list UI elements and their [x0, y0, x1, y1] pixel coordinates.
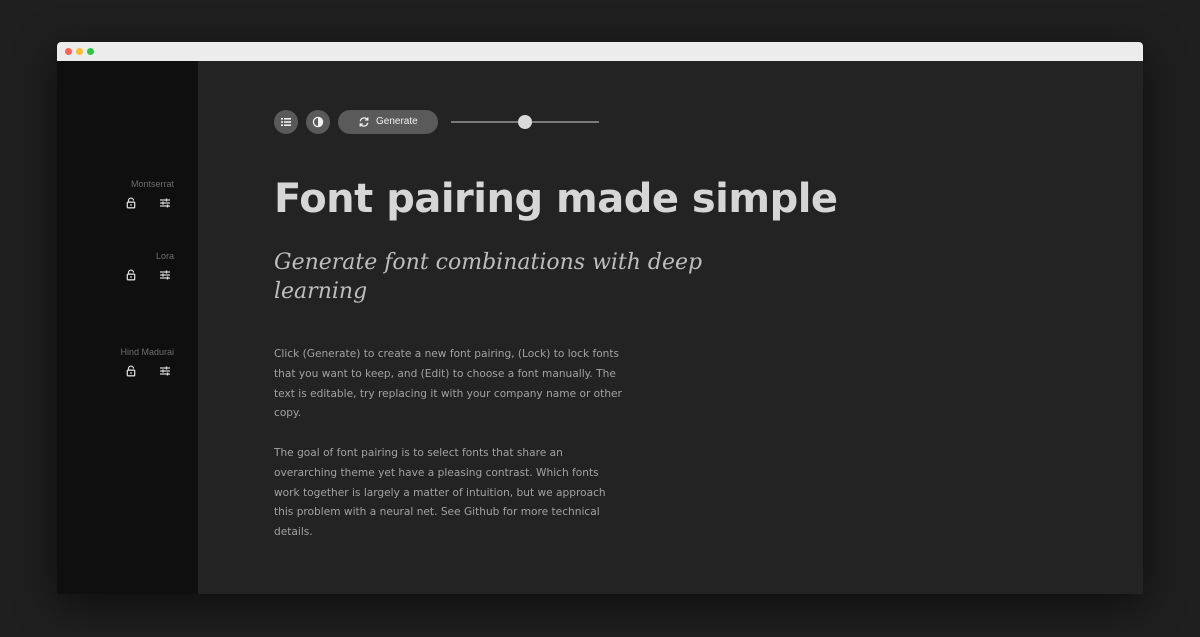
font-actions [124, 364, 174, 378]
body-paragraph-2[interactable]: The goal of font pairing is to select fo… [274, 444, 624, 543]
minimize-window-button[interactable] [76, 48, 83, 55]
lock-button[interactable] [124, 364, 138, 378]
edit-font-button[interactable] [158, 364, 172, 378]
main-content: Generate Font pairing made simple Genera… [198, 61, 1143, 594]
subheadline-text[interactable]: Generate font combinations with deep lea… [274, 248, 744, 306]
edit-font-button[interactable] [158, 196, 172, 210]
font-name-label: Hind Madurai [120, 347, 174, 357]
headline-text[interactable]: Font pairing made simple [274, 174, 1034, 224]
body-paragraph-1[interactable]: Click (Generate) to create a new font pa… [274, 345, 624, 424]
lock-button[interactable] [124, 196, 138, 210]
font-item-subheading: Lora [64, 251, 174, 281]
edit-font-button[interactable] [158, 268, 172, 282]
sliders-icon [160, 270, 170, 280]
font-name-label: Lora [155, 251, 174, 261]
slider-thumb[interactable] [518, 115, 532, 129]
font-name-label: Montserrat [130, 179, 174, 189]
lock-icon [126, 365, 136, 377]
lock-icon [126, 197, 136, 209]
toolbar: Generate [274, 110, 614, 134]
contrast-icon [312, 116, 324, 128]
contrast-toggle-button[interactable] [306, 110, 330, 134]
lock-button[interactable] [124, 268, 138, 282]
sliders-icon [160, 366, 170, 376]
font-sidebar: Montserrat Lora Hind Madurai [57, 61, 198, 594]
list-view-button[interactable] [274, 110, 298, 134]
font-actions [124, 196, 174, 210]
generate-label: Generate [376, 116, 418, 127]
list-icon [281, 118, 291, 126]
lock-icon [126, 269, 136, 281]
font-item-heading: Montserrat [64, 179, 174, 209]
temperature-slider[interactable] [451, 115, 599, 129]
refresh-icon [359, 117, 369, 127]
font-item-body: Hind Madurai [64, 347, 174, 377]
close-window-button[interactable] [65, 48, 72, 55]
sliders-icon [160, 198, 170, 208]
maximize-window-button[interactable] [87, 48, 94, 55]
app-window: Montserrat Lora Hind Madurai Generate Fo… [57, 42, 1143, 594]
window-titlebar [57, 42, 1143, 61]
font-actions [124, 268, 174, 282]
generate-button[interactable]: Generate [338, 110, 438, 134]
